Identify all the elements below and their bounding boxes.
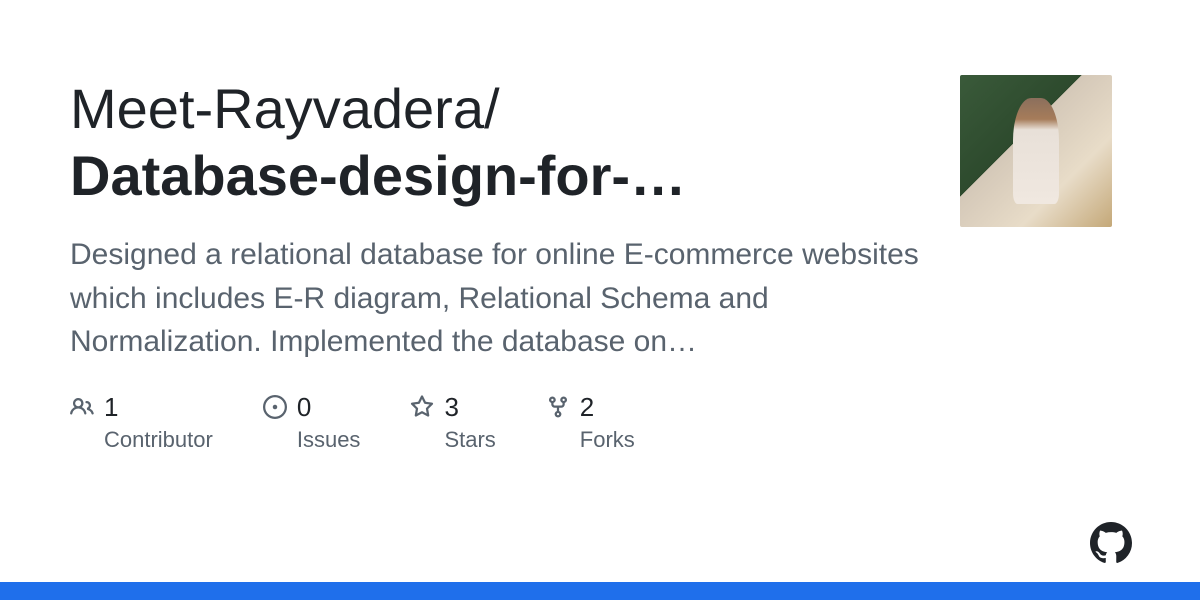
- star-icon: [410, 395, 434, 419]
- people-icon: [70, 395, 94, 419]
- contributors-count: 1: [104, 392, 118, 423]
- issues-count: 0: [297, 392, 311, 423]
- repo-description: Designed a relational database for onlin…: [70, 233, 920, 364]
- repo-stats: 1 Contributor 0 Issues 3 Stars: [70, 392, 920, 453]
- repo-owner[interactable]: Meet-Rayvadera: [70, 77, 484, 140]
- repo-main: Meet-Rayvadera/ Database-design-for-… De…: [70, 75, 920, 453]
- repo-name[interactable]: Database-design-for-…: [70, 144, 686, 207]
- stars-label: Stars: [444, 427, 495, 453]
- contributors-label: Contributor: [104, 427, 213, 453]
- github-logo-icon[interactable]: [1090, 522, 1132, 564]
- issue-icon: [263, 395, 287, 419]
- stat-forks[interactable]: 2 Forks: [546, 392, 635, 453]
- owner-avatar[interactable]: [960, 75, 1112, 227]
- repo-card: Meet-Rayvadera/ Database-design-for-… De…: [0, 0, 1200, 453]
- forks-label: Forks: [580, 427, 635, 453]
- fork-icon: [546, 395, 570, 419]
- stat-contributors[interactable]: 1 Contributor: [70, 392, 213, 453]
- repo-title: Meet-Rayvadera/ Database-design-for-…: [70, 75, 920, 209]
- stat-issues[interactable]: 0 Issues: [263, 392, 361, 453]
- accent-bar: [0, 582, 1200, 600]
- forks-count: 2: [580, 392, 594, 423]
- stars-count: 3: [444, 392, 458, 423]
- issues-label: Issues: [297, 427, 361, 453]
- stat-stars[interactable]: 3 Stars: [410, 392, 495, 453]
